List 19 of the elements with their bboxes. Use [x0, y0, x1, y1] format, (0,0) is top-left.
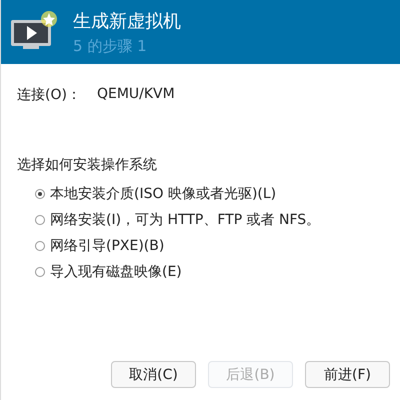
install-option[interactable]: 导入现有磁盘映像(E) [35, 262, 384, 282]
dialog-title: 生成新虚拟机 [73, 10, 181, 32]
install-option[interactable]: 本地安装介质(ISO 映像或者光驱)(L) [35, 184, 384, 204]
dialog-button[interactable]: 取消(C) [111, 361, 196, 388]
radio-button[interactable] [35, 215, 45, 225]
install-option[interactable]: 网络引导(PXE)(B) [35, 236, 384, 256]
connection-value: QEMU/KVM [96, 86, 175, 104]
step-indicator: 5 的步骤 1 [73, 36, 148, 56]
connection-label: 连接(O)： [17, 86, 81, 104]
option-label: 网络安装(I)，可为 HTTP、FTP 或者 NFS。 [50, 211, 320, 229]
radio-button[interactable] [35, 241, 45, 251]
option-label: 本地安装介质(ISO 映像或者光驱)(L) [50, 185, 276, 203]
option-label: 网络引导(PXE)(B) [50, 237, 164, 255]
radio-button[interactable] [35, 267, 45, 277]
dialog-button[interactable]: 前进(F) [305, 361, 390, 388]
option-label: 导入现有磁盘映像(E) [50, 263, 182, 281]
radio-button[interactable] [35, 189, 45, 199]
section-heading: 选择如何安装操作系统 [17, 156, 158, 174]
install-option[interactable]: 网络安装(I)，可为 HTTP、FTP 或者 NFS。 [35, 210, 384, 230]
